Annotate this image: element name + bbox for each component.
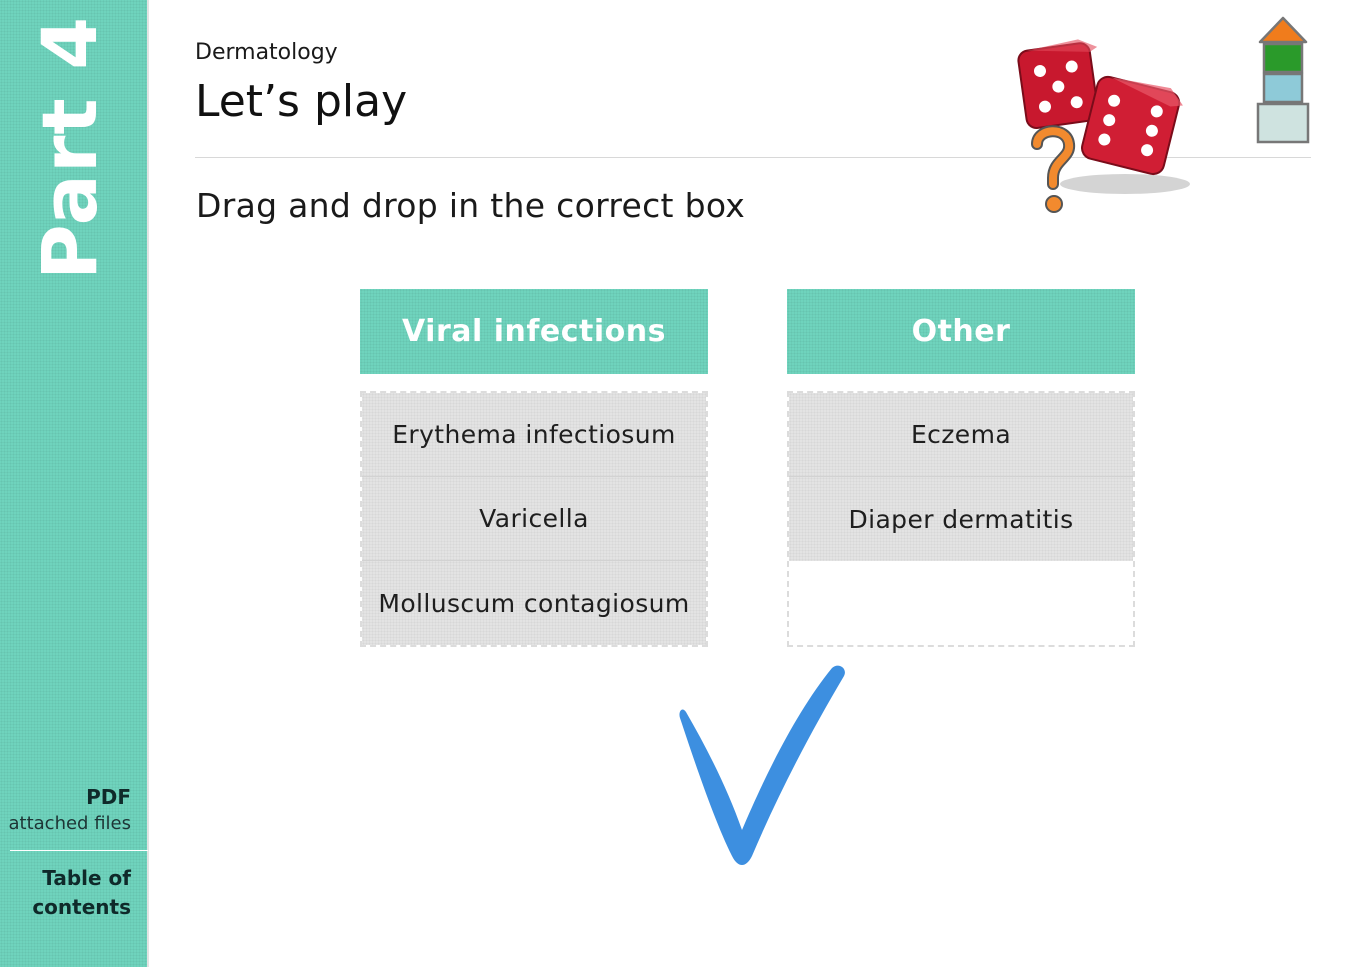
category-header: Viral infections [360, 289, 708, 374]
pdf-sublabel: attached files [8, 813, 132, 834]
category-header: Other [787, 289, 1135, 374]
answer-tile[interactable]: Diaper dermatitis [789, 477, 1133, 561]
answer-tile[interactable]: Molluscum contagiosum [362, 561, 706, 645]
sidebar-divider [10, 850, 148, 851]
subject-label: Dermatology [195, 40, 338, 65]
answer-tile[interactable]: Erythema infectiosum [362, 393, 706, 477]
instruction-text: Drag and drop in the correct box [196, 186, 746, 225]
answer-tile[interactable]: Varicella [362, 477, 706, 561]
category-viral-infections: Viral infections Erythema infectiosum Va… [360, 289, 708, 647]
pdf-label: PDF [86, 785, 131, 809]
dice-question-illustration [1017, 39, 1190, 213]
category-other: Other Eczema Diaper dermatitis [787, 289, 1135, 647]
table-of-contents-link[interactable]: Table of contents [1, 864, 131, 922]
part-label: Part 4 [25, 15, 114, 280]
drop-zone-viral-infections[interactable]: Erythema infectiosum Varicella Molluscum… [360, 391, 708, 647]
home-stack-icon[interactable] [1252, 12, 1314, 150]
page-title: Let’s play [195, 76, 408, 127]
sidebar: Part 4 PDF attached files Table of conte… [0, 0, 149, 967]
drop-zone-other[interactable]: Eczema Diaper dermatitis [787, 391, 1135, 647]
answer-tile[interactable]: Eczema [789, 393, 1133, 477]
checkmark-icon [679, 665, 845, 865]
pdf-attached-files-link[interactable]: PDF attached files [9, 785, 132, 834]
